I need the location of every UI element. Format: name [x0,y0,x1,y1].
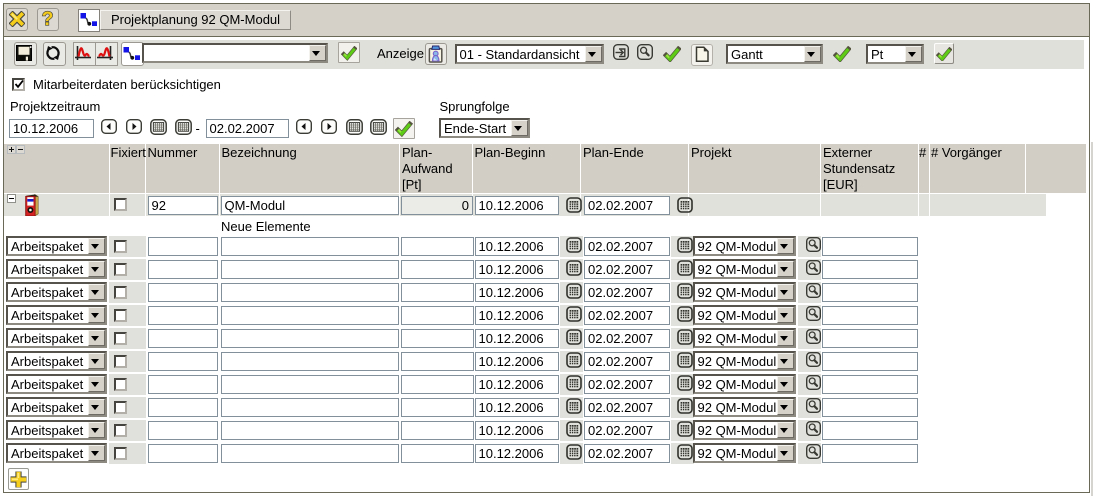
svg-text:?: ? [42,10,54,29]
